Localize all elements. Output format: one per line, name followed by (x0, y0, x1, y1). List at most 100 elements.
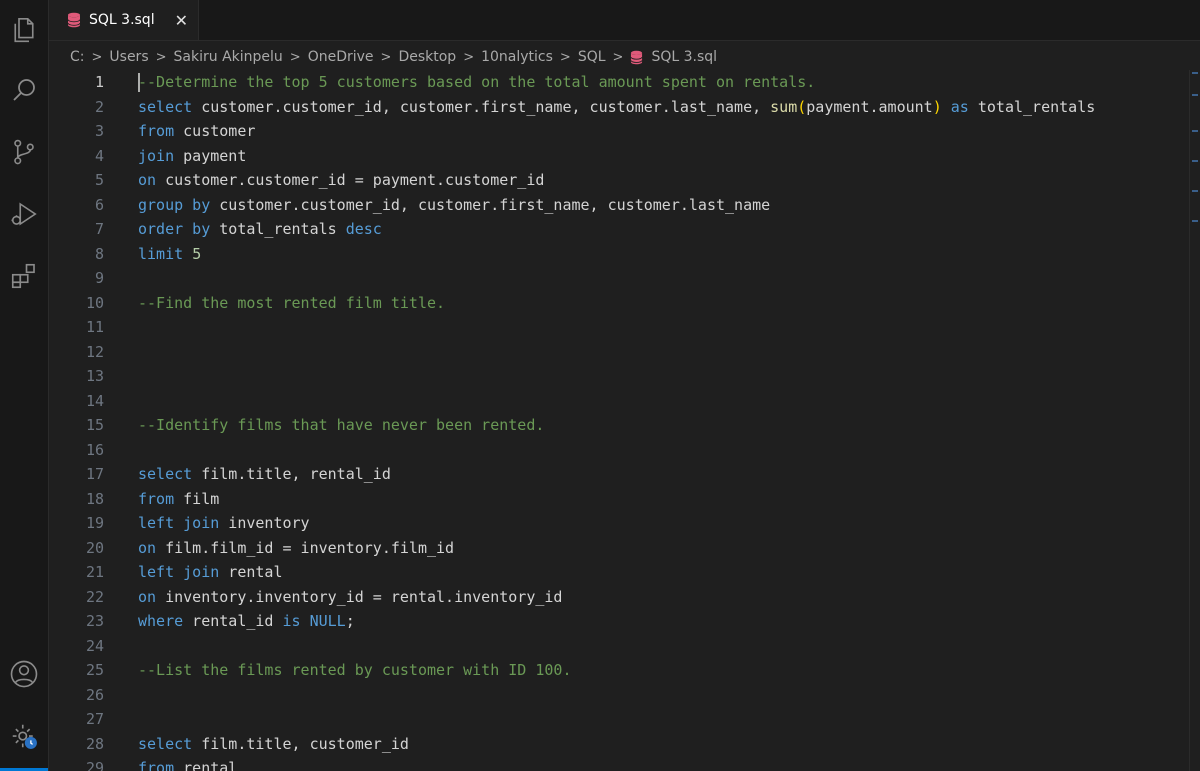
code-line[interactable]: 21 left join rental (49, 560, 1190, 585)
code-line[interactable]: 15 --Identify films that have never been … (49, 413, 1190, 438)
code-token: --List the films rented by customer with… (138, 661, 572, 680)
line-number: 13 (85, 367, 104, 386)
breadcrumb-item[interactable]: OneDrive (308, 49, 374, 65)
breadcrumb-file-label: SQL 3.sql (651, 49, 718, 65)
code-text: left join rental (138, 563, 283, 581)
breadcrumb-item[interactable]: SQL (578, 49, 606, 65)
code-line[interactable]: 9 (49, 266, 1190, 291)
code-line[interactable]: 5 on customer.customer_id = payment.custo… (49, 168, 1190, 193)
line-number: 22 (85, 587, 104, 606)
settings-icon[interactable] (0, 712, 48, 760)
code-line[interactable]: 14 (49, 389, 1190, 414)
code-token: left join (138, 563, 220, 582)
database-file-icon (630, 50, 643, 64)
breadcrumb-file[interactable]: SQL 3.sql (630, 49, 717, 65)
code-line[interactable]: 10 --Find the most rented film title. (49, 291, 1190, 316)
breadcrumb-item[interactable]: Desktop (398, 49, 456, 65)
line-number: 24 (85, 636, 104, 655)
code-token: NULL (309, 612, 346, 631)
breadcrumb-separator: > (289, 49, 301, 65)
code-line[interactable]: 19 left join inventory (49, 511, 1190, 536)
line-number: 2 (94, 97, 104, 116)
code-text: left join inventory (138, 514, 310, 532)
line-number: 18 (85, 489, 104, 508)
code-text: limit 5 (138, 245, 201, 263)
code-line[interactable]: 11 (49, 315, 1190, 340)
code-line[interactable]: 6 group by customer.customer_id, customer… (49, 193, 1190, 218)
line-number: 6 (94, 195, 104, 214)
line-number: 9 (94, 269, 104, 288)
overview-ruler-mark (1192, 72, 1198, 74)
breadcrumb-item[interactable]: Sakiru Akinpelu (174, 49, 283, 65)
code-line[interactable]: 23 where rental_id is NULL; (49, 609, 1190, 634)
code-token: customer.customer_id, customer.first_nam… (210, 195, 771, 214)
code-token: join (138, 146, 175, 165)
code-line[interactable]: 7 order by total_rentals desc (49, 217, 1190, 242)
code-text: select film.title, rental_id (138, 465, 391, 483)
code-token: inventory (219, 514, 310, 533)
overview-ruler-mark (1192, 220, 1198, 222)
breadcrumb-item[interactable]: Users (109, 49, 148, 65)
code-token: from (138, 759, 175, 771)
source-control-icon[interactable] (0, 128, 48, 176)
line-number: 5 (94, 171, 104, 190)
code-token: --Find the most rented film title. (138, 293, 446, 312)
code-line[interactable]: 27 (49, 707, 1190, 732)
code-token: film (174, 489, 220, 508)
code-token: sum (770, 97, 798, 116)
run-debug-icon[interactable] (0, 190, 48, 238)
code-line[interactable]: 29 from rental (49, 756, 1190, 771)
overview-ruler-mark (1192, 190, 1198, 192)
code-line[interactable]: 20 on film.film_id = inventory.film_id (49, 536, 1190, 561)
extensions-icon[interactable] (0, 252, 48, 300)
line-number: 11 (85, 318, 104, 337)
code-text: select film.title, customer_id (138, 735, 409, 753)
line-number: 1 (94, 73, 104, 92)
explorer-icon[interactable] (0, 6, 48, 54)
code-line[interactable]: 16 (49, 438, 1190, 463)
search-icon[interactable] (0, 66, 48, 114)
breadcrumb-item[interactable]: C: (70, 49, 85, 65)
code-line[interactable]: 2 select customer.customer_id, customer.f… (49, 95, 1190, 120)
account-icon[interactable] (0, 650, 48, 698)
code-line[interactable]: 4 join payment (49, 144, 1190, 169)
breadcrumb-separator: > (559, 49, 571, 65)
code-line[interactable]: 25 --List the films rented by customer wi… (49, 658, 1190, 683)
line-number: 26 (85, 685, 104, 704)
line-number: 10 (85, 293, 104, 312)
code-line[interactable]: 13 (49, 364, 1190, 389)
code-token: inventory.inventory_id = rental.inventor… (156, 587, 563, 606)
line-number: 12 (85, 342, 104, 361)
line-number: 20 (85, 538, 104, 557)
code-token: on (138, 587, 157, 606)
code-line[interactable]: 3 from customer (49, 119, 1190, 144)
code-line[interactable]: 8 limit 5 (49, 242, 1190, 267)
code-token: order by (138, 220, 211, 239)
code-editor[interactable]: 1 --Determine the top 5 customers based o… (49, 70, 1190, 771)
code-token: select (138, 734, 193, 753)
code-line[interactable]: 17 select film.title, rental_id (49, 462, 1190, 487)
line-number: 3 (94, 122, 104, 141)
breadcrumb-separator: > (91, 49, 103, 65)
code-token: film.film_id = inventory.film_id (156, 538, 455, 557)
code-line[interactable]: 28 select film.title, customer_id (49, 732, 1190, 757)
editor-scrollbar[interactable] (1189, 70, 1200, 771)
tab-sql-3[interactable]: SQL 3.sql ✕ (49, 0, 199, 40)
code-token: total_rentals (968, 97, 1096, 116)
code-token: payment.amount (806, 97, 933, 116)
code-line[interactable]: 12 (49, 340, 1190, 365)
code-text: from film (138, 490, 219, 508)
close-icon[interactable]: ✕ (175, 11, 188, 30)
code-line[interactable]: 26 (49, 683, 1190, 708)
code-token: customer.customer_id = payment.customer_… (156, 171, 545, 190)
breadcrumb-item[interactable]: 10nalytics (481, 49, 553, 65)
code-line[interactable]: 24 (49, 634, 1190, 659)
code-line[interactable]: 22 on inventory.inventory_id = rental.inv… (49, 585, 1190, 610)
breadcrumb-separator: > (612, 49, 624, 65)
code-token: from (138, 122, 175, 141)
code-text: where rental_id is NULL; (138, 612, 355, 630)
activity-bar (0, 0, 49, 771)
code-line[interactable]: 1 --Determine the top 5 customers based o… (49, 70, 1190, 95)
code-line[interactable]: 18 from film (49, 487, 1190, 512)
